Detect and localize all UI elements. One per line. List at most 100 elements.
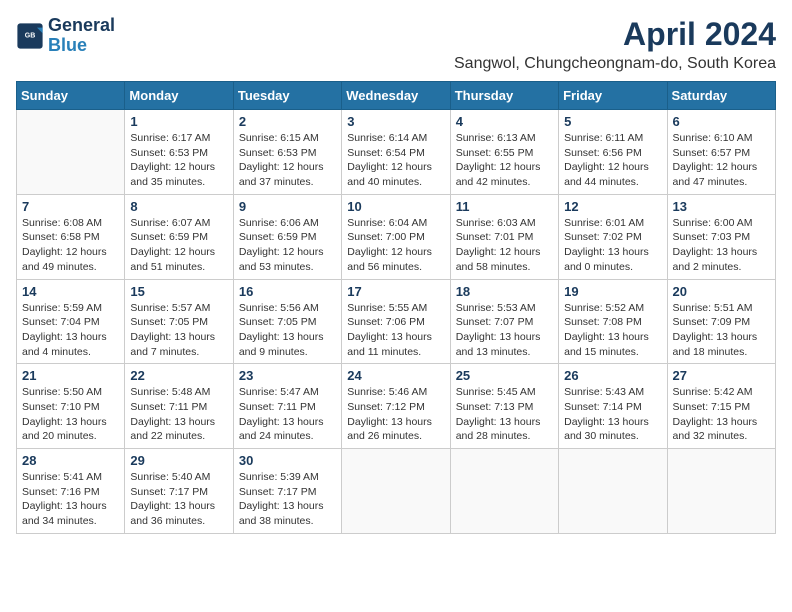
- week-row-5: 28 Sunrise: 5:41 AMSunset: 7:16 PMDayligh…: [17, 449, 776, 534]
- week-row-2: 7 Sunrise: 6:08 AMSunset: 6:58 PMDaylight…: [17, 194, 776, 279]
- day-info: Sunrise: 5:56 AMSunset: 7:05 PMDaylight:…: [239, 301, 336, 360]
- week-row-1: 1 Sunrise: 6:17 AMSunset: 6:53 PMDaylight…: [17, 110, 776, 195]
- calendar-cell: 9 Sunrise: 6:06 AMSunset: 6:59 PMDaylight…: [233, 194, 341, 279]
- day-info: Sunrise: 6:17 AMSunset: 6:53 PMDaylight:…: [130, 131, 227, 190]
- logo: GB General Blue: [16, 16, 115, 56]
- calendar-cell: 24 Sunrise: 5:46 AMSunset: 7:12 PMDayligh…: [342, 364, 450, 449]
- weekday-header-row: SundayMondayTuesdayWednesdayThursdayFrid…: [17, 82, 776, 110]
- calendar-cell: 16 Sunrise: 5:56 AMSunset: 7:05 PMDayligh…: [233, 279, 341, 364]
- day-info: Sunrise: 6:11 AMSunset: 6:56 PMDaylight:…: [564, 131, 661, 190]
- day-info: Sunrise: 6:04 AMSunset: 7:00 PMDaylight:…: [347, 216, 444, 275]
- calendar-cell: [342, 449, 450, 534]
- weekday-header-wednesday: Wednesday: [342, 82, 450, 110]
- day-info: Sunrise: 5:47 AMSunset: 7:11 PMDaylight:…: [239, 385, 336, 444]
- weekday-header-sunday: Sunday: [17, 82, 125, 110]
- day-number: 16: [239, 284, 336, 299]
- day-info: Sunrise: 5:40 AMSunset: 7:17 PMDaylight:…: [130, 470, 227, 529]
- weekday-header-saturday: Saturday: [667, 82, 775, 110]
- day-info: Sunrise: 6:07 AMSunset: 6:59 PMDaylight:…: [130, 216, 227, 275]
- day-number: 13: [673, 199, 770, 214]
- calendar-cell: 2 Sunrise: 6:15 AMSunset: 6:53 PMDaylight…: [233, 110, 341, 195]
- day-info: Sunrise: 6:13 AMSunset: 6:55 PMDaylight:…: [456, 131, 553, 190]
- calendar-cell: [17, 110, 125, 195]
- day-number: 30: [239, 453, 336, 468]
- day-info: Sunrise: 6:03 AMSunset: 7:01 PMDaylight:…: [456, 216, 553, 275]
- day-info: Sunrise: 6:06 AMSunset: 6:59 PMDaylight:…: [239, 216, 336, 275]
- day-info: Sunrise: 6:00 AMSunset: 7:03 PMDaylight:…: [673, 216, 770, 275]
- weekday-header-tuesday: Tuesday: [233, 82, 341, 110]
- day-number: 8: [130, 199, 227, 214]
- calendar-cell: 23 Sunrise: 5:47 AMSunset: 7:11 PMDayligh…: [233, 364, 341, 449]
- day-number: 18: [456, 284, 553, 299]
- day-info: Sunrise: 5:39 AMSunset: 7:17 PMDaylight:…: [239, 470, 336, 529]
- day-info: Sunrise: 5:48 AMSunset: 7:11 PMDaylight:…: [130, 385, 227, 444]
- day-number: 15: [130, 284, 227, 299]
- day-info: Sunrise: 6:10 AMSunset: 6:57 PMDaylight:…: [673, 131, 770, 190]
- day-number: 10: [347, 199, 444, 214]
- calendar-cell: 22 Sunrise: 5:48 AMSunset: 7:11 PMDayligh…: [125, 364, 233, 449]
- weekday-header-monday: Monday: [125, 82, 233, 110]
- calendar-cell: 27 Sunrise: 5:42 AMSunset: 7:15 PMDayligh…: [667, 364, 775, 449]
- day-number: 23: [239, 368, 336, 383]
- day-number: 24: [347, 368, 444, 383]
- calendar-cell: [450, 449, 558, 534]
- calendar-cell: 8 Sunrise: 6:07 AMSunset: 6:59 PMDaylight…: [125, 194, 233, 279]
- day-number: 12: [564, 199, 661, 214]
- calendar-cell: 30 Sunrise: 5:39 AMSunset: 7:17 PMDayligh…: [233, 449, 341, 534]
- day-number: 1: [130, 114, 227, 129]
- day-info: Sunrise: 6:08 AMSunset: 6:58 PMDaylight:…: [22, 216, 119, 275]
- day-number: 20: [673, 284, 770, 299]
- day-number: 9: [239, 199, 336, 214]
- day-number: 29: [130, 453, 227, 468]
- day-info: Sunrise: 5:53 AMSunset: 7:07 PMDaylight:…: [456, 301, 553, 360]
- weekday-header-thursday: Thursday: [450, 82, 558, 110]
- day-info: Sunrise: 5:52 AMSunset: 7:08 PMDaylight:…: [564, 301, 661, 360]
- week-row-4: 21Sunrise: 5:50 AMSunset: 7:10 PMDayligh…: [17, 364, 776, 449]
- day-number: 22: [130, 368, 227, 383]
- day-number: 26: [564, 368, 661, 383]
- day-info: Sunrise: 5:43 AMSunset: 7:14 PMDaylight:…: [564, 385, 661, 444]
- calendar-cell: 7 Sunrise: 6:08 AMSunset: 6:58 PMDaylight…: [17, 194, 125, 279]
- calendar-cell: 1 Sunrise: 6:17 AMSunset: 6:53 PMDaylight…: [125, 110, 233, 195]
- calendar-cell: 6 Sunrise: 6:10 AMSunset: 6:57 PMDaylight…: [667, 110, 775, 195]
- week-row-3: 14Sunrise: 5:59 AMSunset: 7:04 PMDayligh…: [17, 279, 776, 364]
- calendar-cell: 14Sunrise: 5:59 AMSunset: 7:04 PMDayligh…: [17, 279, 125, 364]
- calendar-cell: 26 Sunrise: 5:43 AMSunset: 7:14 PMDayligh…: [559, 364, 667, 449]
- day-info: Sunrise: 5:46 AMSunset: 7:12 PMDaylight:…: [347, 385, 444, 444]
- calendar-cell: [667, 449, 775, 534]
- calendar-subtitle: Sangwol, Chungcheongnam-do, South Korea: [454, 55, 776, 73]
- day-number: 17: [347, 284, 444, 299]
- day-info: Sunrise: 5:57 AMSunset: 7:05 PMDaylight:…: [130, 301, 227, 360]
- day-number: 4: [456, 114, 553, 129]
- title-block: April 2024 Sangwol, Chungcheongnam-do, S…: [454, 16, 776, 73]
- day-number: 6: [673, 114, 770, 129]
- day-number: 2: [239, 114, 336, 129]
- day-number: 7: [22, 199, 119, 214]
- calendar-cell: 17Sunrise: 5:55 AMSunset: 7:06 PMDayligh…: [342, 279, 450, 364]
- calendar-title: April 2024: [454, 16, 776, 53]
- day-info: Sunrise: 5:51 AMSunset: 7:09 PMDaylight:…: [673, 301, 770, 360]
- weekday-header-friday: Friday: [559, 82, 667, 110]
- calendar-cell: 21Sunrise: 5:50 AMSunset: 7:10 PMDayligh…: [17, 364, 125, 449]
- day-number: 28: [22, 453, 119, 468]
- day-info: Sunrise: 6:15 AMSunset: 6:53 PMDaylight:…: [239, 131, 336, 190]
- day-info: Sunrise: 5:41 AMSunset: 7:16 PMDaylight:…: [22, 470, 119, 529]
- calendar-table: SundayMondayTuesdayWednesdayThursdayFrid…: [16, 81, 776, 534]
- calendar-cell: 4 Sunrise: 6:13 AMSunset: 6:55 PMDaylight…: [450, 110, 558, 195]
- calendar-cell: 15 Sunrise: 5:57 AMSunset: 7:05 PMDayligh…: [125, 279, 233, 364]
- page-header: GB General Blue April 2024 Sangwol, Chun…: [16, 16, 776, 73]
- day-number: 14: [22, 284, 119, 299]
- day-info: Sunrise: 5:42 AMSunset: 7:15 PMDaylight:…: [673, 385, 770, 444]
- svg-text:GB: GB: [25, 32, 36, 39]
- day-number: 27: [673, 368, 770, 383]
- day-info: Sunrise: 6:01 AMSunset: 7:02 PMDaylight:…: [564, 216, 661, 275]
- calendar-cell: 29 Sunrise: 5:40 AMSunset: 7:17 PMDayligh…: [125, 449, 233, 534]
- day-number: 21: [22, 368, 119, 383]
- day-number: 19: [564, 284, 661, 299]
- calendar-cell: 3Sunrise: 6:14 AMSunset: 6:54 PMDaylight…: [342, 110, 450, 195]
- logo-text: General Blue: [48, 16, 115, 56]
- day-number: 25: [456, 368, 553, 383]
- calendar-cell: 10 Sunrise: 6:04 AMSunset: 7:00 PMDayligh…: [342, 194, 450, 279]
- day-info: Sunrise: 5:45 AMSunset: 7:13 PMDaylight:…: [456, 385, 553, 444]
- calendar-cell: 13 Sunrise: 6:00 AMSunset: 7:03 PMDayligh…: [667, 194, 775, 279]
